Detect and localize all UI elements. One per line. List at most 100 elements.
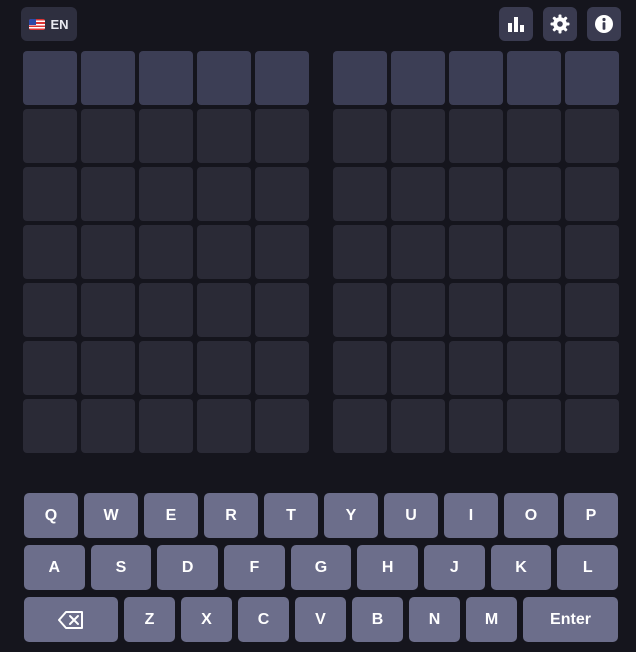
key-a[interactable]: A: [24, 545, 85, 590]
board-tile: [333, 341, 387, 395]
board-tile: [81, 109, 135, 163]
board-tile: [139, 283, 193, 337]
stats-button[interactable]: [499, 7, 533, 41]
board-tile: [333, 225, 387, 279]
board-tile: [333, 167, 387, 221]
board-tile: [449, 109, 503, 163]
settings-button[interactable]: [543, 7, 577, 41]
board-tile: [197, 399, 251, 453]
board-tile: [255, 51, 309, 105]
key-c[interactable]: C: [238, 597, 289, 642]
key-i[interactable]: I: [444, 493, 498, 538]
board-tile: [507, 109, 561, 163]
board-tile: [139, 167, 193, 221]
board-tile: [333, 51, 387, 105]
board-tile: [197, 225, 251, 279]
board-tile: [507, 283, 561, 337]
enter-key[interactable]: Enter: [523, 597, 618, 642]
board-tile: [139, 399, 193, 453]
backspace-key[interactable]: [24, 597, 118, 642]
board-tile: [565, 283, 619, 337]
board-tile: [81, 283, 135, 337]
key-j[interactable]: J: [424, 545, 485, 590]
board-tile: [333, 399, 387, 453]
board-tile: [81, 51, 135, 105]
board-tile: [255, 283, 309, 337]
key-g[interactable]: G: [290, 545, 352, 590]
info-button[interactable]: [587, 7, 621, 41]
language-label: EN: [50, 16, 69, 32]
board-tile: [565, 109, 619, 163]
board-tile: [333, 283, 387, 337]
board-tile: [565, 167, 619, 221]
board-tile: [23, 341, 77, 395]
key-m[interactable]: M: [466, 597, 517, 642]
key-u[interactable]: U: [384, 493, 438, 538]
board-tile: [565, 51, 619, 105]
board-tile: [197, 109, 251, 163]
key-h[interactable]: H: [357, 545, 419, 590]
board-tile: [255, 225, 309, 279]
board-tile: [81, 399, 135, 453]
board-tile: [23, 399, 77, 453]
board-tile: [391, 283, 445, 337]
key-b[interactable]: B: [352, 597, 403, 642]
enter-key-label: Enter: [550, 610, 591, 628]
board-tile: [255, 109, 309, 163]
board-tile: [81, 341, 135, 395]
key-x[interactable]: X: [181, 597, 232, 642]
keyboard-row-3: ZXCVBNM Enter: [24, 597, 618, 642]
board-tile: [139, 109, 193, 163]
board-tile: [565, 399, 619, 453]
board-tile: [507, 225, 561, 279]
key-l[interactable]: L: [557, 545, 619, 590]
keyboard-row-1: QWERTYUIOP: [24, 493, 618, 538]
board-tile: [333, 109, 387, 163]
board-tile: [565, 341, 619, 395]
board-tile: [449, 225, 503, 279]
board-right: [333, 51, 619, 453]
board-tile: [391, 399, 445, 453]
key-n[interactable]: N: [409, 597, 460, 642]
language-button[interactable]: EN: [21, 7, 77, 41]
key-t[interactable]: T: [264, 493, 318, 538]
key-v[interactable]: V: [295, 597, 346, 642]
board-tile: [507, 167, 561, 221]
key-f[interactable]: F: [224, 545, 285, 590]
board-tile: [197, 283, 251, 337]
key-r[interactable]: R: [204, 493, 258, 538]
key-p[interactable]: P: [564, 493, 618, 538]
board-tile: [139, 341, 193, 395]
board-tile: [391, 109, 445, 163]
board-tile: [391, 341, 445, 395]
board-tile: [255, 341, 309, 395]
board-tile: [255, 167, 309, 221]
board-tile: [197, 51, 251, 105]
key-s[interactable]: S: [90, 545, 152, 590]
board-tile: [507, 399, 561, 453]
board-tile: [197, 341, 251, 395]
board-tile: [449, 167, 503, 221]
key-w[interactable]: W: [84, 493, 138, 538]
key-d[interactable]: D: [157, 545, 219, 590]
key-e[interactable]: E: [144, 493, 198, 538]
board-tile: [391, 167, 445, 221]
key-y[interactable]: Y: [324, 493, 378, 538]
board-tile: [139, 51, 193, 105]
board-tile: [81, 167, 135, 221]
board-tile: [23, 283, 77, 337]
key-o[interactable]: O: [504, 493, 558, 538]
board-tile: [81, 225, 135, 279]
board-left: [23, 51, 309, 453]
board-tile: [23, 51, 77, 105]
board-tile: [449, 341, 503, 395]
key-q[interactable]: Q: [24, 493, 78, 538]
board-tile: [449, 283, 503, 337]
board-tile: [449, 51, 503, 105]
key-k[interactable]: K: [490, 545, 552, 590]
key-z[interactable]: Z: [124, 597, 175, 642]
board-tile: [23, 109, 77, 163]
board-tile: [23, 225, 77, 279]
gear-icon: [550, 14, 570, 34]
board-tile: [23, 167, 77, 221]
